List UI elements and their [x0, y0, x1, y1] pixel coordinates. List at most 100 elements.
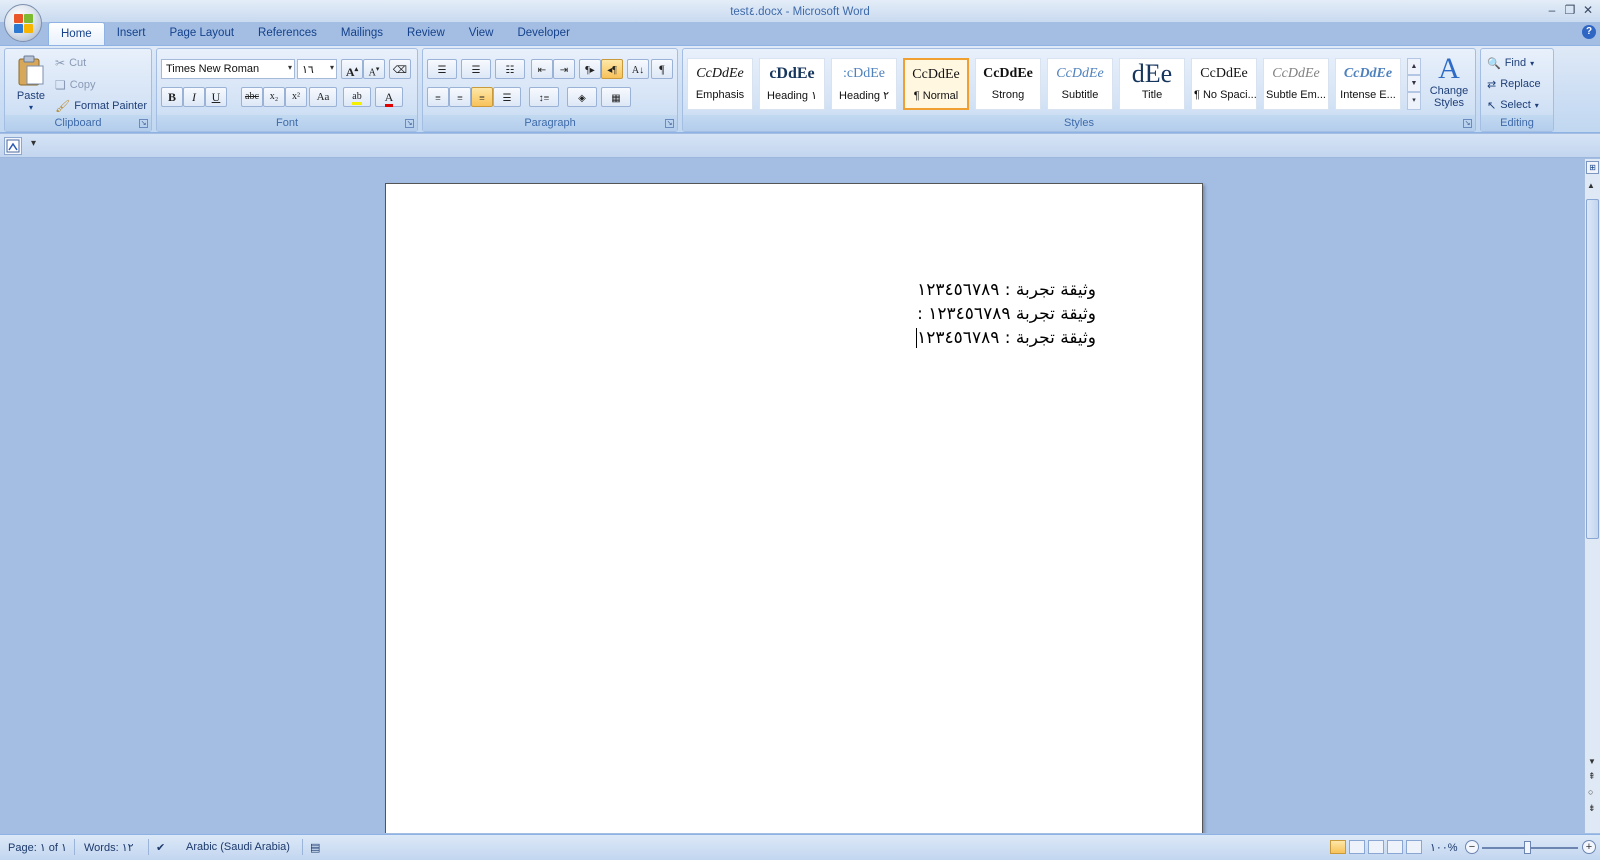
bullets-button[interactable]: ☰ [427, 59, 457, 79]
paragraph-launcher[interactable]: ↘ [665, 119, 674, 128]
align-right-button[interactable]: ≡ [471, 87, 493, 107]
page-count[interactable]: Page: ١ of ١ [8, 841, 67, 854]
font-size-select[interactable]: ١٦ ▾ [297, 59, 337, 79]
decrease-indent-button[interactable]: ⇤ [531, 59, 553, 79]
office-button[interactable] [4, 4, 42, 42]
document-body[interactable]: وثيقة تجربة : ١٢٣٤٥٦٧٨٩ وثيقة تجربة ١٢٣٤… [901, 278, 1096, 350]
clear-formatting-button[interactable]: ⌫ [389, 59, 411, 79]
rtl-button[interactable]: ◂¶ [601, 59, 623, 79]
align-left-button[interactable]: ≡ [427, 87, 449, 107]
paste-button[interactable]: Paste ▾ [11, 53, 51, 112]
shading-button[interactable]: ◈ [567, 87, 597, 107]
help-icon[interactable]: ? [1582, 25, 1596, 39]
zoom-level[interactable]: ١٠٠% [1430, 841, 1458, 854]
document-page[interactable]: وثيقة تجربة : ١٢٣٤٥٦٧٨٩ وثيقة تجربة ١٢٣٤… [385, 183, 1203, 833]
next-page-icon[interactable]: ⇟ [1588, 803, 1596, 814]
macro-record-icon[interactable]: ▤ [310, 841, 320, 854]
scroll-down-icon[interactable]: ▼ [1407, 75, 1421, 92]
style-strong[interactable]: CcDdEe Strong [975, 58, 1041, 110]
clipboard-launcher[interactable]: ↘ [139, 119, 148, 128]
scroll-thumb[interactable] [1586, 199, 1599, 539]
ltr-icon: ¶▸ [585, 65, 595, 76]
style-subtle-emphasis[interactable]: CcDdEe Subtle Em... [1263, 58, 1329, 110]
tab-developer[interactable]: Developer [505, 22, 581, 46]
clipboard-group-label: Clipboard [5, 115, 151, 131]
change-styles-button[interactable]: A Change Styles [1425, 53, 1473, 115]
scroll-up-icon[interactable]: ▲ [1407, 58, 1421, 75]
tab-mailings[interactable]: Mailings [329, 22, 395, 46]
outline-view-button[interactable] [1387, 840, 1403, 854]
customize-qat-icon[interactable]: ▾ [31, 138, 36, 149]
subscript-button[interactable]: x₂ [263, 87, 285, 107]
change-case-button[interactable]: Aa [309, 87, 337, 107]
superscript-button[interactable]: x² [285, 87, 307, 107]
style-subtitle[interactable]: CcDdEe Subtitle [1047, 58, 1113, 110]
tab-home[interactable]: Home [48, 22, 105, 46]
word-count[interactable]: Words: ١٢ [84, 841, 134, 854]
view-ruler-icon[interactable]: ⊞ [1586, 161, 1599, 174]
scroll-down-icon[interactable]: ▼ [1588, 757, 1596, 766]
language-status[interactable]: Arabic (Saudi Arabia) [186, 841, 290, 853]
multilevel-list-button[interactable]: ☷ [495, 59, 525, 79]
style-no-spacing[interactable]: CcDdEe ¶ No Spaci... [1191, 58, 1257, 110]
underline-button[interactable]: U [205, 87, 227, 107]
tab-view[interactable]: View [457, 22, 506, 46]
font-color-button[interactable]: A [375, 87, 403, 107]
tab-page-layout[interactable]: Page Layout [157, 22, 246, 46]
line-spacing-button[interactable]: ↕≡ [529, 87, 559, 107]
style-heading-1[interactable]: cDdEe Heading ١ [759, 58, 825, 110]
styles-launcher[interactable]: ↘ [1463, 119, 1472, 128]
browse-object-icon[interactable]: ○ [1588, 787, 1593, 797]
restore-button[interactable]: ❐ [1562, 2, 1578, 18]
sort-button[interactable]: A↓ [627, 59, 649, 79]
chevron-down-icon: ▾ [287, 63, 292, 72]
select-button[interactable]: ↖ Select ▾ [1487, 95, 1539, 115]
vertical-scrollbar[interactable]: ⊞ ▲ ▼ ⇞ ○ ⇟ [1584, 159, 1600, 833]
style-title[interactable]: dEe Title [1119, 58, 1185, 110]
zoom-slider-thumb[interactable] [1524, 841, 1531, 854]
replace-button[interactable]: ⇄ Replace [1487, 74, 1541, 94]
styles-gallery-scroll[interactable]: ▲ ▼ ▾ [1407, 58, 1421, 110]
zoom-out-icon[interactable]: − [1465, 840, 1479, 854]
format-painter-button[interactable]: 🖌 Format Painter [55, 96, 147, 116]
style-name: ¶ No Spaci... [1194, 89, 1256, 101]
italic-button[interactable]: I [183, 87, 205, 107]
strikethrough-button[interactable]: abc [241, 87, 263, 107]
style-emphasis[interactable]: CcDdEe Emphasis [687, 58, 753, 110]
scroll-up-icon[interactable]: ▲ [1587, 181, 1595, 190]
minimize-button[interactable]: – [1544, 2, 1560, 18]
style-heading-2[interactable]: :cDdEe Heading ٢ [831, 58, 897, 110]
close-button[interactable]: ✕ [1580, 2, 1596, 18]
justify-button[interactable]: ☰ [493, 87, 521, 107]
align-center-button[interactable]: ≡ [449, 87, 471, 107]
more-icon[interactable]: ▾ [1407, 92, 1421, 110]
web-layout-view-button[interactable] [1368, 840, 1384, 854]
select-label: Select [1500, 99, 1531, 111]
copy-button[interactable]: ❏ Copy [55, 75, 95, 95]
show-marks-button[interactable]: ¶ [651, 59, 673, 79]
numbering-button[interactable]: ☰ [461, 59, 491, 79]
zoom-in-icon[interactable]: + [1582, 840, 1596, 854]
increase-indent-button[interactable]: ⇥ [553, 59, 575, 79]
shrink-font-button[interactable]: A▾ [363, 59, 385, 79]
ltr-button[interactable]: ¶▸ [579, 59, 601, 79]
full-screen-reading-view-button[interactable] [1349, 840, 1365, 854]
font-family-select[interactable]: Times New Roman ▾ [161, 59, 295, 79]
macro-button[interactable] [4, 137, 22, 155]
spelling-icon[interactable]: ✔ [156, 841, 165, 854]
style-intense-emphasis[interactable]: CcDdEe Intense E... [1335, 58, 1401, 110]
style-normal[interactable]: CcDdEe ¶ Normal [903, 58, 969, 110]
highlight-button[interactable]: ab [343, 87, 371, 107]
tab-references[interactable]: References [246, 22, 329, 46]
tab-review[interactable]: Review [395, 22, 457, 46]
draft-view-button[interactable] [1406, 840, 1422, 854]
cut-button[interactable]: ✂ Cut [55, 53, 86, 73]
tab-insert[interactable]: Insert [105, 22, 158, 46]
print-layout-view-button[interactable] [1330, 840, 1346, 854]
grow-font-button[interactable]: A▴ [341, 59, 363, 79]
borders-button[interactable]: ▦ [601, 87, 631, 107]
font-launcher[interactable]: ↘ [405, 119, 414, 128]
bold-button[interactable]: B [161, 87, 183, 107]
find-button[interactable]: 🔍 Find ▾ [1487, 53, 1534, 73]
previous-page-icon[interactable]: ⇞ [1588, 771, 1596, 782]
